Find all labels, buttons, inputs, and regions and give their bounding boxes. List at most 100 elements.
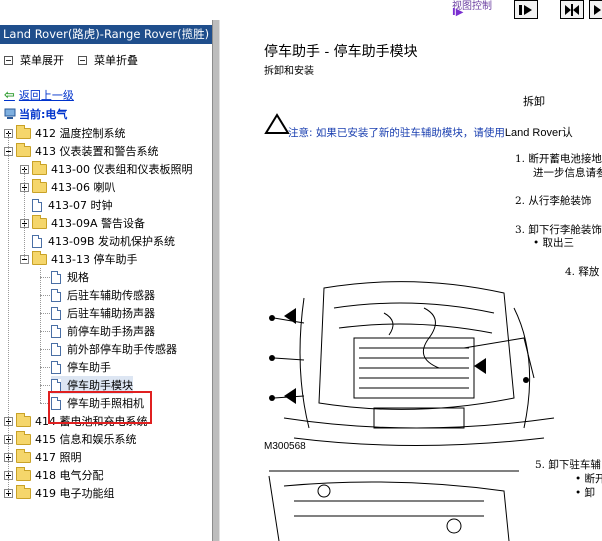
document-icon (51, 270, 61, 284)
tree-document[interactable]: 停车助手 (51, 358, 111, 376)
collapse-menu-label: 菜单折叠 (94, 54, 138, 67)
computer-icon (4, 108, 16, 119)
folder-icon (32, 214, 47, 229)
tree-document[interactable]: 规格 (51, 268, 89, 286)
tree-folder[interactable]: 415 信息和娱乐系统 (4, 430, 137, 448)
folder-icon (32, 250, 47, 265)
tree-item-label: 413 仪表装置和警告系统 (35, 145, 159, 158)
back-arrow-icon: ⇦ (4, 87, 15, 103)
tree-item-label: 后驻车辅助扬声器 (67, 307, 155, 320)
figure-label: M300568 (264, 441, 306, 452)
tree-item-label: 413-06 喇叭 (51, 181, 116, 194)
back-link-label: 返回上一级 (18, 89, 74, 102)
tree-folder[interactable]: 413-09A 警告设备 (20, 214, 145, 232)
current-location-label: 当前:电气 (19, 108, 68, 121)
tree-item-label: 停车助手 (67, 361, 111, 374)
page-subtitle: 拆卸和安装 (264, 66, 314, 77)
arrow-right-end-icon (594, 5, 601, 15)
tree-document[interactable]: 后驻车辅助传感器 (51, 286, 155, 304)
parking-aid-module-illustration (264, 278, 564, 456)
last-page-button[interactable] (589, 0, 602, 19)
caution-text: 如果已安装了新的驻车辅助模块，请使用 (315, 127, 505, 139)
expand-icon (4, 55, 13, 65)
caution-label: 注意: (288, 127, 313, 139)
expand-menu-label: 菜单展开 (20, 54, 64, 67)
tree-folder[interactable]: 413-06 喇叭 (20, 178, 115, 196)
folder-icon (16, 142, 31, 157)
split-arrows-icon (565, 4, 579, 16)
tree-folder[interactable]: 413-13 停车助手 (20, 250, 137, 268)
panel-splitter[interactable] (212, 20, 220, 541)
folder-icon (16, 412, 31, 427)
folder-icon (16, 466, 31, 481)
step-2: 2. 从行李舱装饰 (515, 195, 592, 207)
folder-icon (16, 484, 31, 499)
step-4: 4. 释放 (565, 266, 600, 278)
warning-icon (264, 113, 290, 134)
tree-item-label: 413-09A 警告设备 (51, 217, 145, 230)
step-5-bullet-1: • 断开 (575, 473, 602, 485)
tree-folder[interactable]: 417 照明 (4, 448, 82, 466)
toolbar: 视图控制 I▶ (0, 0, 602, 20)
document-icon (51, 288, 61, 302)
tree-item-label: 规格 (67, 271, 89, 284)
step-5: 5. 卸下驻车辅 (535, 459, 601, 471)
tree-document[interactable]: 前外部停车助手传感器 (51, 340, 177, 358)
tree-document[interactable]: 413-07 时钟 (20, 196, 112, 214)
tree-document[interactable]: 前停车助手扬声器 (51, 322, 155, 340)
tree-folder[interactable]: 419 电子功能组 (4, 484, 115, 502)
folder-icon (16, 448, 31, 463)
tree-item-label: 前外部停车助手传感器 (67, 343, 177, 356)
tree-item-label: 413-09B 发动机保护系统 (48, 235, 176, 248)
step-5-bullet-2: • 卸 (575, 487, 596, 499)
second-illustration (268, 470, 519, 541)
back-link[interactable]: ⇦ 返回上一级 (4, 87, 74, 103)
next-page-button[interactable] (514, 0, 538, 19)
tree-item-label: 418 电气分配 (35, 469, 104, 482)
tree-item-label: 413-00 仪表组和仪表板照明 (51, 163, 193, 176)
panel-title: Land Rover(路虎)-Range Rover(揽胜) (0, 25, 212, 44)
document-icon (51, 324, 61, 338)
tree-folder[interactable]: 413-00 仪表组和仪表板照明 (20, 160, 192, 178)
tree-item-label: 417 照明 (35, 451, 82, 464)
step-1-detail: 进一步信息请参 (533, 167, 602, 179)
tree-item-label: 419 电子功能组 (35, 487, 115, 500)
tree-item-label: 412 温度控制系统 (35, 127, 126, 140)
step-1: 1. 断开蓄电池接地 (515, 153, 602, 165)
document-pane: 停车助手 - 停车助手模块 拆卸和安装 拆卸 注意: 如果已安装了新的驻车辅助模… (220, 20, 602, 541)
tree-document[interactable]: 413-09B 发动机保护系统 (20, 232, 175, 250)
collapse-icon (78, 55, 87, 65)
navigation-panel: Land Rover(路虎)-Range Rover(揽胜) 菜单展开 菜单折叠… (0, 20, 212, 541)
current-location: 当前:电气 (4, 106, 67, 122)
arrow-right-icon (519, 5, 532, 15)
caution-note: 注意: 如果已安装了新的驻车辅助模块，请使用Land Rover认 (288, 124, 573, 140)
section-heading: 拆卸 (523, 95, 545, 108)
document-icon (51, 378, 61, 392)
tree-item-label: 后驻车辅助传感器 (67, 289, 155, 302)
view-control-icon[interactable]: I▶ (452, 7, 470, 19)
highlight-box (48, 391, 152, 424)
caution-brand: Land Rover认 (504, 127, 573, 139)
document-icon (51, 306, 61, 320)
folder-icon (16, 124, 31, 139)
tree-folder[interactable]: 418 电气分配 (4, 466, 104, 484)
tree-document[interactable]: 后驻车辅助扬声器 (51, 304, 155, 322)
tree-item-label: 前停车助手扬声器 (67, 325, 155, 338)
document-icon (32, 198, 42, 212)
expand-menu-button[interactable]: 菜单展开 (4, 52, 64, 68)
document-icon (51, 360, 61, 374)
page-title: 停车助手 - 停车助手模块 (264, 44, 418, 60)
collapse-menu-button[interactable]: 菜单折叠 (78, 52, 138, 68)
folder-icon (32, 160, 47, 175)
tree-item-label: 413-13 停车助手 (51, 253, 138, 266)
tree-folder[interactable]: 413 仪表装置和警告系统 (4, 142, 159, 160)
folder-icon (32, 178, 47, 193)
document-icon (32, 234, 42, 248)
document-icon (51, 342, 61, 356)
tree-item-label: 415 信息和娱乐系统 (35, 433, 137, 446)
tree-item-label: 413-07 时钟 (48, 199, 113, 212)
tree-folder[interactable]: 412 温度控制系统 (4, 124, 126, 142)
split-view-button[interactable] (560, 0, 584, 19)
folder-icon (16, 430, 31, 445)
step-3-bullet: • 取出三 (533, 237, 575, 249)
